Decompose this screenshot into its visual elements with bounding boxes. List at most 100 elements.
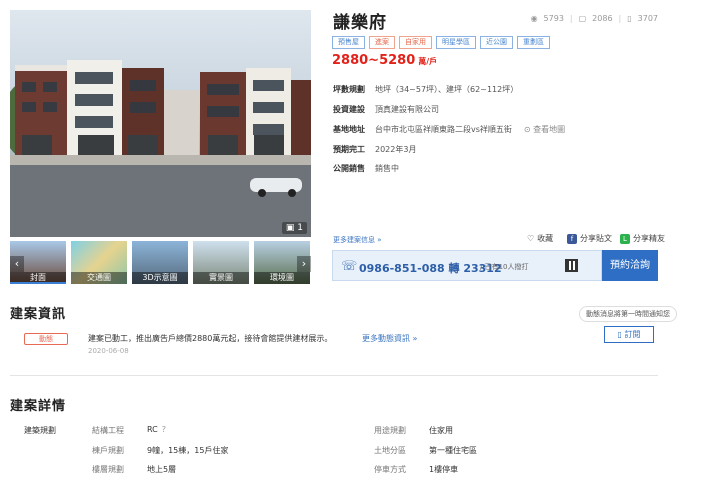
view-map-link[interactable]: ⊙ 查看地圖 <box>524 124 565 135</box>
price-unit: 萬/戶 <box>418 57 438 66</box>
facebook-icon: f <box>567 233 577 244</box>
chevron-right-icon[interactable]: › <box>297 256 311 272</box>
favorite-label: 收藏 <box>537 234 554 243</box>
calls-count: 3707 <box>637 14 658 23</box>
tag: 進案 <box>369 36 395 49</box>
phone-icon: ☏ <box>341 259 358 274</box>
map-pin-icon: ⊙ <box>523 125 531 134</box>
thumbnail-label: 3D示意圖 <box>132 272 188 284</box>
tag: 重劃區 <box>517 36 550 49</box>
tag-list: 預售屋 進案 自家用 明星學區 近公園 重劃區 <box>332 36 550 49</box>
stats-divider: | <box>618 14 622 23</box>
info-value: 台中市北屯區祥順東路二段vs祥順五街 <box>375 125 512 134</box>
photo-counter: ▣ 1 <box>281 222 307 234</box>
info-row-sales: 公開銷售 銷售中 <box>333 163 399 174</box>
project-title: 謙樂府 <box>333 13 387 33</box>
line-icon: L <box>620 233 630 244</box>
qr-code-icon[interactable] <box>565 259 578 272</box>
eye-icon: ◉ <box>530 14 538 23</box>
heart-icon: ♡ <box>527 234 535 243</box>
spec-structure: 結構工程 RC ? <box>92 425 166 436</box>
info-value: 地坪（34~57坪）、建坪（62~112坪） <box>375 85 519 94</box>
news-badge: 動態 <box>24 333 68 345</box>
thumbnail-traffic-map[interactable]: 交通圖 <box>71 241 127 284</box>
spec-value: 1樓停車 <box>429 465 459 474</box>
tag: 近公園 <box>480 36 513 49</box>
spec-key: 樓層規劃 <box>92 465 124 474</box>
message-icon: ▢ <box>578 14 587 23</box>
details-section-title: 建案詳情 <box>10 399 67 414</box>
info-key: 公開銷售 <box>333 164 365 173</box>
share-facebook-button[interactable]: f 分享貼文 <box>567 233 612 244</box>
info-key: 坪數規劃 <box>333 85 365 94</box>
tag: 明星學區 <box>436 36 476 49</box>
price: 2880~5280 萬/戶 <box>332 53 437 68</box>
project-stats: ◉ 5793 | ▢ 2086 | ▯ 3707 <box>531 14 658 23</box>
spec-key: 結構工程 <box>92 426 124 435</box>
info-key: 預期完工 <box>333 145 365 154</box>
news-text: 建案已動工，推出廣告戶總價2880萬元起，接待會館提供建材展示。 <box>88 334 333 343</box>
subscribe-button[interactable]: ▯ 訂閱 <box>604 326 654 343</box>
more-info-link[interactable]: 更多建案信息 » <box>333 235 382 245</box>
photo-counter-value: 1 <box>297 223 303 233</box>
more-news-link[interactable]: 更多動態資訊 » <box>362 333 417 344</box>
thumbnail-label: 交通圖 <box>71 272 127 284</box>
spec-value: 9幢，15棟，15戶住家 <box>147 446 229 455</box>
spec-key: 土地分區 <box>374 446 406 455</box>
info-row-area: 坪數規劃 地坪（34~57坪）、建坪（62~112坪） <box>333 84 518 95</box>
spec-value: 第一種住宅區 <box>429 446 477 455</box>
phone-icon: ▯ <box>627 14 632 23</box>
thumbnail-label: 實景圖 <box>193 272 249 284</box>
info-value: 2022年3月 <box>375 145 417 154</box>
tag: 預售屋 <box>332 36 365 49</box>
help-icon[interactable]: ? <box>162 425 166 436</box>
contact-bar: ☏ 0986-851-088 轉 23312 / 已有10人撥打 <box>332 250 602 281</box>
spec-key: 用途規劃 <box>374 426 406 435</box>
notify-tooltip: 動態消息將第一時間通知您 <box>579 306 677 322</box>
share-line-button[interactable]: L 分享精友 <box>620 233 665 244</box>
main-photo[interactable]: ▣ 1 <box>10 10 311 237</box>
thumbnail-label: 環境圖 <box>254 272 310 284</box>
info-key: 投資建設 <box>333 105 365 114</box>
chevron-left-icon[interactable]: ‹ <box>10 256 24 272</box>
call-count: / 已有10人撥打 <box>480 263 529 271</box>
share-facebook-label: 分享貼文 <box>580 234 612 243</box>
spec-value: 住家用 <box>429 426 453 435</box>
spec-units: 棟戶規劃 9幢，15棟，15戶住家 <box>92 445 228 456</box>
building-rendering <box>10 60 311 237</box>
spec-zoning: 土地分區 第一種住宅區 <box>374 445 477 456</box>
spec-group-label: 建築規劃 <box>24 426 56 435</box>
view-map-label: 查看地圖 <box>533 125 566 134</box>
info-row-completion: 預期完工 2022年3月 <box>333 144 416 155</box>
stats-divider: | <box>569 14 573 23</box>
spec-value: RC <box>147 425 158 434</box>
reserve-button[interactable]: 預約洽詢 <box>602 250 658 281</box>
share-line-label: 分享精友 <box>633 234 665 243</box>
info-value: 銷售中 <box>375 164 399 173</box>
section-divider <box>10 375 658 376</box>
info-row-address: 基地地址 台中市北屯區祥順東路二段vs祥順五街 ⊙ 查看地圖 <box>333 124 565 135</box>
bell-icon: ▯ <box>617 330 622 339</box>
info-value: 頂真建設有限公司 <box>375 105 439 114</box>
tag: 自家用 <box>399 36 432 49</box>
call-count-text: 已有10人撥打 <box>484 263 529 271</box>
spec-key: 棟戶規劃 <box>92 446 124 455</box>
subscribe-label: 訂閱 <box>624 330 641 339</box>
spec-usage: 用途規劃 住家用 <box>374 425 453 436</box>
favorite-button[interactable]: ♡ 收藏 <box>527 233 553 244</box>
thumbnail-site-photo[interactable]: 實景圖 <box>193 241 249 284</box>
news-date: 2020-06-08 <box>88 347 129 355</box>
info-key: 基地地址 <box>333 125 365 134</box>
thumbnail-3d[interactable]: 3D示意圖 <box>132 241 188 284</box>
spec-parking: 停車方式 1樓停車 <box>374 464 458 475</box>
thumbnail-strip: 封面 交通圖 3D示意圖 實景圖 環境圖 <box>10 241 311 284</box>
spec-floors: 樓層規劃 地上5層 <box>92 464 176 475</box>
spec-key: 停車方式 <box>374 465 406 474</box>
views-count: 5793 <box>543 14 564 23</box>
news-section-title: 建案資訊 <box>10 307 67 322</box>
price-value: 2880~5280 <box>332 53 416 68</box>
active-indicator <box>10 282 66 284</box>
info-row-developer: 投資建設 頂真建設有限公司 <box>333 104 439 115</box>
spec-value: 地上5層 <box>147 465 177 474</box>
messages-count: 2086 <box>592 14 613 23</box>
